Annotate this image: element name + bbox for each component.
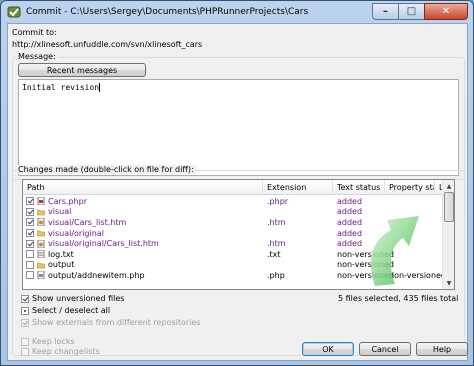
row-path: Cars.phpr	[48, 196, 88, 206]
row-extension: .htm	[267, 217, 286, 227]
message-group-label: Message:	[16, 52, 58, 61]
dialog-body: Commit to: http://xlinesoft.unfuddle.com…	[7, 23, 468, 361]
list-scrollbar[interactable]: ▲ ▼	[442, 180, 454, 289]
row-path: visual/original/Cars_list.htm	[48, 239, 159, 249]
selection-summary: 5 files selected, 435 files total	[338, 294, 459, 303]
scroll-down-icon[interactable]: ▼	[444, 278, 454, 288]
recent-messages-button[interactable]: Recent messages	[18, 63, 146, 77]
column-property-status[interactable]: Property status	[385, 180, 435, 195]
row-path: visual	[48, 207, 72, 217]
tortoisesvn-icon	[7, 6, 21, 18]
row-path: log.txt	[48, 249, 74, 259]
keep-changelists-box	[21, 347, 29, 356]
row-checkbox[interactable]	[26, 271, 34, 280]
select-all-checkbox[interactable]: Select / deselect all	[21, 306, 110, 315]
commit-arrow-icon	[371, 216, 419, 286]
select-all-box[interactable]	[21, 306, 29, 315]
title-bar[interactable]: Commit - C:\Users\Sergey\Documents\PHPRu…	[2, 2, 472, 23]
show-unversioned-label: Show unversioned files	[32, 294, 125, 303]
column-text-status[interactable]: Text status	[333, 180, 385, 195]
column-extension[interactable]: Extension	[263, 180, 333, 195]
show-unversioned-checkbox[interactable]: Show unversioned files	[21, 294, 124, 303]
scroll-thumb[interactable]	[444, 192, 454, 222]
row-path: output/addnewitem.php	[48, 270, 145, 280]
show-unversioned-box[interactable]	[21, 294, 29, 303]
keep-locks-box	[21, 337, 29, 346]
ok-button[interactable]: OK	[302, 342, 354, 356]
row-checkbox[interactable]	[26, 207, 34, 216]
column-path[interactable]: Path	[23, 180, 263, 195]
scroll-up-icon[interactable]: ▲	[444, 181, 454, 191]
maximize-button[interactable]: □	[398, 3, 424, 20]
row-checkbox[interactable]	[26, 239, 34, 248]
php-file-icon	[37, 271, 45, 280]
row-checkbox[interactable]	[26, 197, 34, 206]
text-caret	[99, 83, 101, 92]
folder-icon	[37, 209, 45, 216]
keep-changelists-checkbox: Keep changelists	[21, 347, 100, 356]
keep-changelists-label: Keep changelists	[32, 347, 100, 356]
keep-locks-checkbox: Keep locks	[21, 337, 75, 346]
close-button[interactable]: ✕	[424, 3, 468, 20]
folder-icon	[37, 230, 45, 237]
commit-message-text: Initial revision	[22, 83, 100, 92]
row-path: output	[48, 260, 75, 270]
row-checkbox[interactable]	[26, 218, 34, 227]
repository-url: http://xlinesoft.unfuddle.com/svn/xlines…	[12, 40, 203, 49]
row-extension: .txt	[267, 249, 281, 259]
show-externals-box	[21, 318, 29, 327]
list-header: Path Extension Text status Property stat…	[23, 180, 443, 195]
commit-to-label: Commit to:	[12, 28, 57, 37]
text-file-icon	[37, 250, 45, 259]
row-checkbox[interactable]	[26, 250, 34, 259]
cancel-button[interactable]: Cancel	[359, 342, 411, 356]
html-file-icon	[37, 239, 45, 248]
window-title: Commit - C:\Users\Sergey\Documents\PHPRu…	[26, 7, 309, 17]
commit-message-input[interactable]: Initial revision	[18, 79, 459, 176]
show-externals-label: Show externals from different repositori…	[32, 318, 201, 327]
row-checkbox[interactable]	[26, 229, 34, 238]
window-controls: – □ ✕	[372, 3, 468, 20]
row-checkbox[interactable]	[26, 260, 34, 269]
commit-dialog: Commit - C:\Users\Sergey\Documents\PHPRu…	[0, 0, 474, 366]
row-path: visual/Cars_list.htm	[48, 217, 127, 227]
row-path: visual/original	[48, 228, 104, 238]
changes-group-label: Changes made (double-click on file for d…	[16, 165, 196, 174]
keep-locks-label: Keep locks	[32, 337, 75, 346]
html-file-icon	[37, 218, 45, 227]
php-file-icon	[37, 197, 45, 206]
help-button[interactable]: Help	[416, 342, 468, 356]
minimize-button[interactable]: –	[372, 3, 398, 20]
row-extension: .phpr	[267, 196, 289, 206]
row-extension: .htm	[267, 239, 286, 249]
folder-icon	[37, 262, 45, 269]
select-all-label: Select / deselect all	[32, 306, 111, 315]
show-externals-checkbox: Show externals from different repositori…	[21, 318, 200, 327]
row-extension: .php	[267, 270, 285, 280]
